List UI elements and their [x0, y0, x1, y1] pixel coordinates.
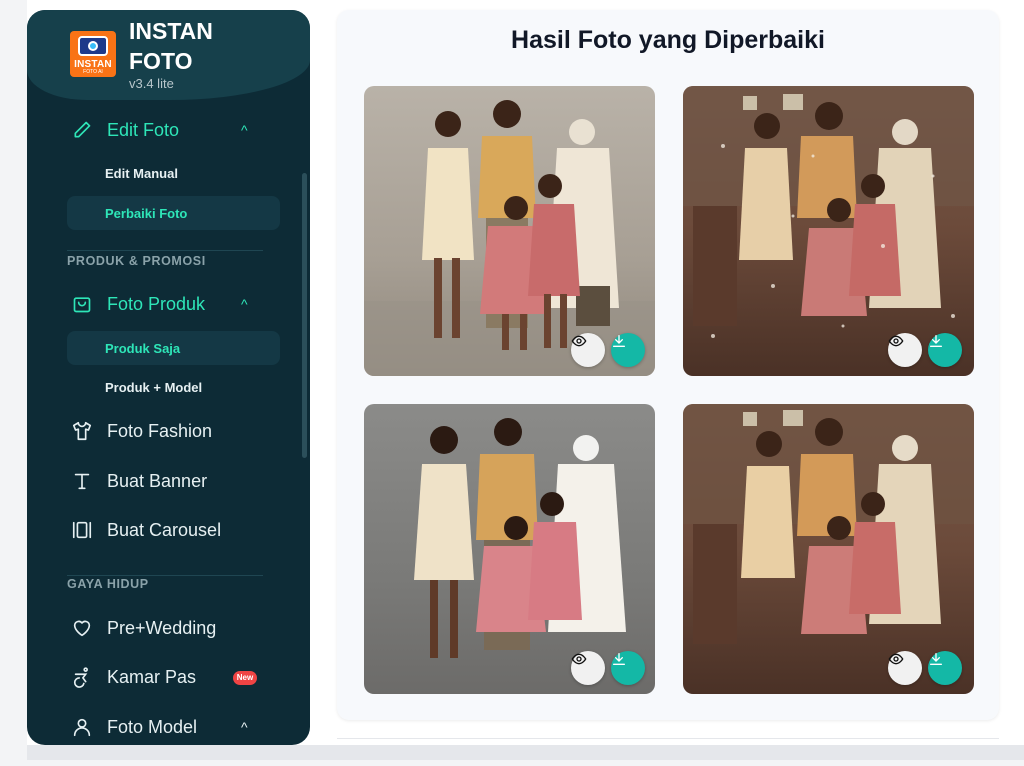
photo-card-original[interactable] [683, 404, 974, 694]
section-gaya-hidup: GAYA HIDUP [67, 577, 149, 591]
nav-edit-foto[interactable]: Edit Foto [71, 115, 179, 145]
download-button[interactable] [928, 651, 962, 685]
pencil-icon [71, 119, 93, 141]
app-version: v3.4 lite [129, 76, 174, 91]
nav-label: Buat Banner [107, 470, 208, 491]
photo-card-restored[interactable] [364, 404, 655, 694]
app-name: INSTAN FOTO [129, 18, 213, 74]
chevron-up-icon[interactable]: ^ [241, 719, 248, 735]
view-button[interactable] [571, 651, 605, 685]
section-produk-promosi: PRODUK & PROMOSI [67, 254, 206, 268]
photo-card-original[interactable] [683, 86, 974, 376]
divider [337, 738, 999, 739]
nav-buat-carousel[interactable]: Buat Carousel [71, 515, 221, 545]
nav-label: Edit Foto [107, 119, 180, 140]
nav-foto-model[interactable]: Foto Model [71, 712, 197, 742]
divider [67, 575, 263, 576]
logo: INSTAN FOTO AI [70, 31, 116, 77]
nav-label: Foto Produk [107, 293, 206, 314]
user-icon [71, 716, 93, 738]
text-icon [71, 470, 93, 492]
view-button[interactable] [888, 651, 922, 685]
photo-card-restored[interactable] [364, 86, 655, 376]
shirt-icon [71, 420, 93, 442]
page-title: Hasil Foto yang Diperbaiki [511, 26, 825, 54]
sidebar-scrollbar[interactable] [302, 173, 307, 458]
nav-produk-model[interactable]: Produk + Model [105, 380, 202, 395]
nav-label: Pre+Wedding [107, 617, 217, 638]
view-button[interactable] [888, 333, 922, 367]
nav-kamar-pas[interactable]: Kamar Pas [71, 662, 196, 692]
nav-edit-manual[interactable]: Edit Manual [105, 166, 178, 181]
nav-label: Foto Model [107, 716, 198, 737]
logo-subtext: FOTO AI [83, 69, 103, 75]
download-button[interactable] [611, 333, 645, 367]
shopping-bag-icon [71, 293, 93, 315]
sidebar: INSTAN FOTO AI INSTAN FOTO v3.4 lite Edi… [27, 10, 310, 745]
download-button[interactable] [611, 651, 645, 685]
new-badge: New [233, 671, 257, 685]
nav-buat-banner[interactable]: Buat Banner [71, 466, 207, 496]
view-button[interactable] [571, 333, 605, 367]
heart-icon [71, 617, 93, 639]
divider [67, 250, 263, 251]
accessibility-icon [71, 666, 93, 688]
nav-label: Kamar Pas [107, 666, 197, 687]
nav-label: Foto Fashion [107, 420, 213, 441]
camera-icon [78, 36, 108, 56]
nav-foto-produk[interactable]: Foto Produk [71, 289, 205, 319]
nav-perbaiki-foto[interactable]: Perbaiki Foto [105, 206, 187, 221]
chevron-up-icon[interactable]: ^ [241, 122, 248, 138]
nav-foto-fashion[interactable]: Foto Fashion [71, 416, 212, 446]
carousel-icon [71, 519, 93, 541]
horizontal-scrollbar[interactable] [27, 745, 1024, 760]
nav-label: Buat Carousel [107, 519, 222, 540]
nav-pre-wedding[interactable]: Pre+Wedding [71, 613, 216, 643]
download-button[interactable] [928, 333, 962, 367]
brand-header: INSTAN FOTO AI INSTAN FOTO v3.4 lite [27, 10, 310, 100]
nav-produk-saja[interactable]: Produk Saja [105, 341, 180, 356]
chevron-up-icon[interactable]: ^ [241, 296, 248, 312]
